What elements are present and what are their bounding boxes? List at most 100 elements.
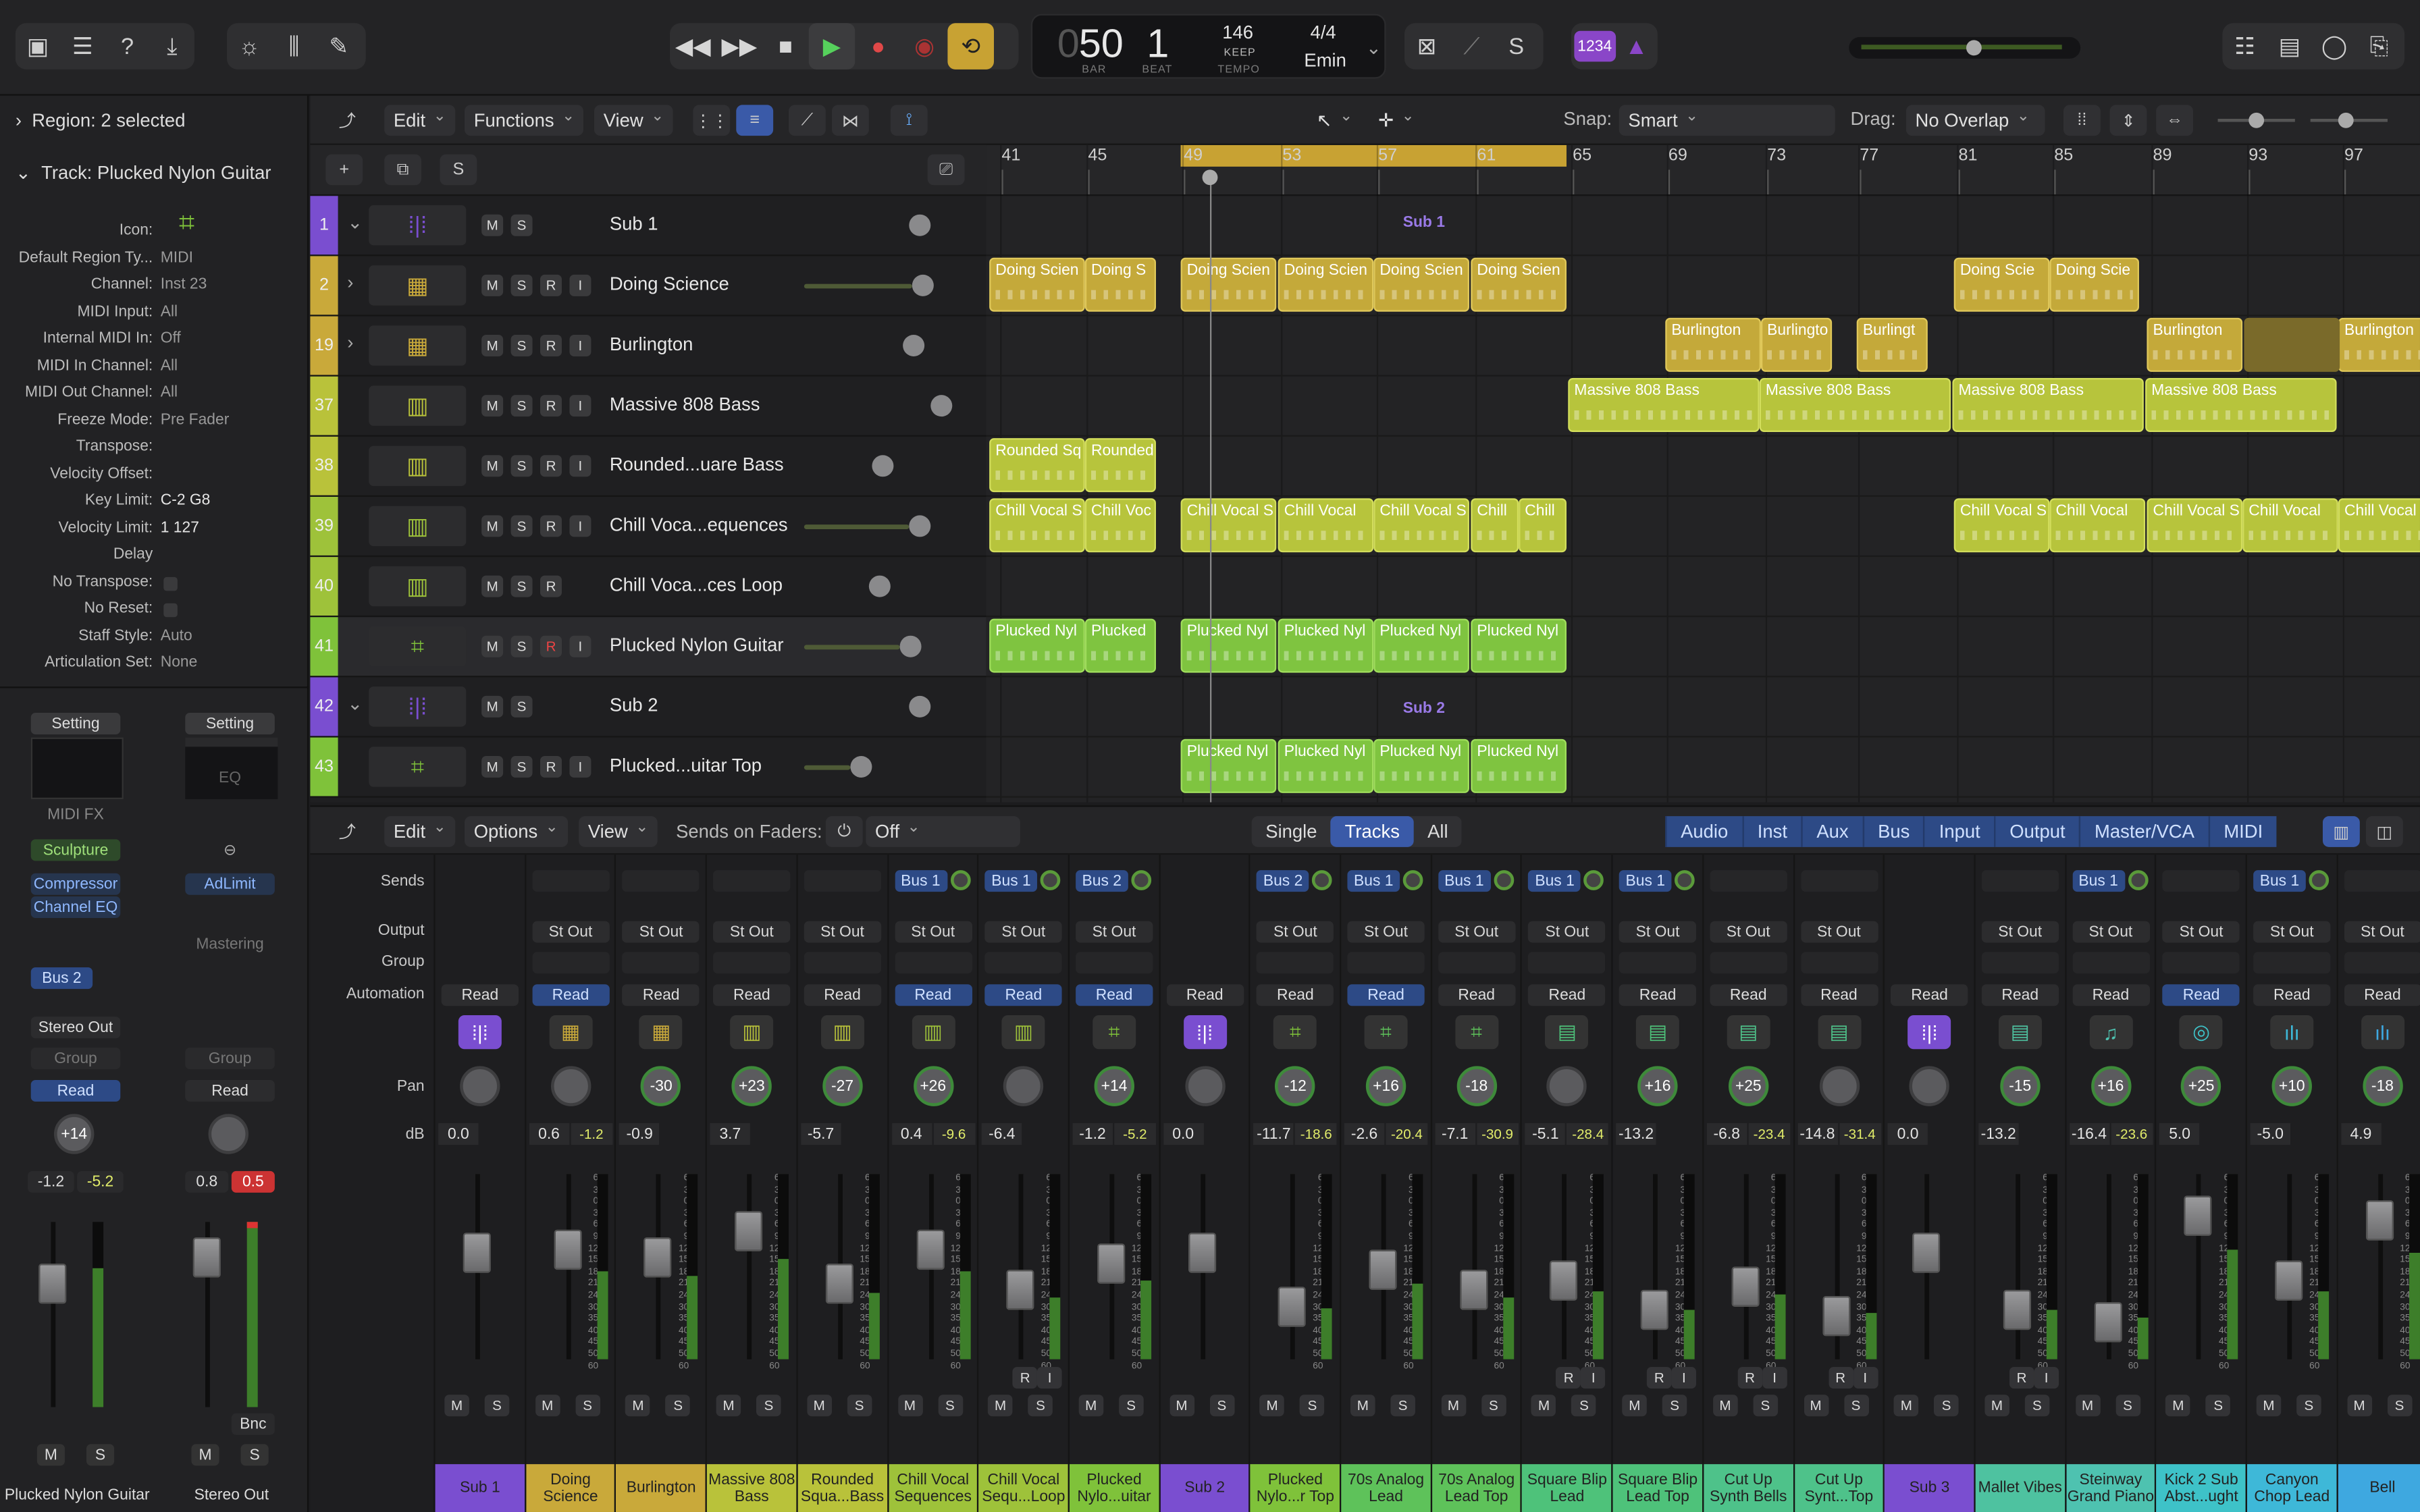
pan-knob[interactable]: -27	[822, 1066, 863, 1106]
pan-knob[interactable]	[1003, 1066, 1044, 1106]
region[interactable]: Doing Scien	[1180, 257, 1277, 312]
send-slot[interactable]: Bus 1	[1347, 870, 1400, 892]
region[interactable]: Doing Scien	[1471, 257, 1567, 312]
pan-knob[interactable]	[1909, 1066, 1950, 1106]
automation-button[interactable]: Read	[2162, 984, 2240, 1006]
region[interactable]: Chill Vocal	[2049, 498, 2146, 553]
solo-button[interactable]: S	[484, 1395, 510, 1417]
channel-name[interactable]: Chill Vocal Sequ...Loop	[978, 1464, 1069, 1512]
duplicate-track-icon[interactable]: ⧉	[384, 154, 421, 186]
region[interactable]: Chill	[1471, 498, 1519, 553]
record-enable-button[interactable]: R	[540, 635, 562, 657]
record-enable-button[interactable]: R	[2009, 1367, 2034, 1389]
solo-button[interactable]: S	[2387, 1395, 2412, 1417]
solo-button[interactable]: S	[1390, 1395, 1415, 1417]
solo-button[interactable]: S	[1843, 1395, 1868, 1417]
input-monitor-button[interactable]: I	[569, 274, 591, 296]
drag-select[interactable]: No Overlap	[1905, 105, 2045, 136]
output-slot[interactable]: St Out	[623, 921, 700, 943]
send-level-knob[interactable]	[1402, 870, 1423, 890]
pan-knob[interactable]	[1184, 1066, 1225, 1106]
view-menu[interactable]: View	[594, 105, 673, 136]
lcd-display[interactable]: 0 50 BAR 1 BEAT 146 KEEP TEMPO 4/4 Emin …	[1030, 14, 1386, 79]
channel-name[interactable]: Kick 2 Sub Abst...ught	[2156, 1464, 2246, 1512]
input-monitor-button[interactable]: I	[569, 515, 591, 537]
smart-controls-icon[interactable]: ☼	[227, 23, 271, 70]
region[interactable]: Plucked Nyl	[989, 618, 1085, 673]
pan-knob[interactable]: -15	[2000, 1066, 2041, 1106]
metronome-icon[interactable]: ▲	[1615, 23, 1658, 70]
edit-menu[interactable]: Edit	[384, 105, 456, 136]
metronome-off-icon[interactable]: ⟋	[1449, 23, 1494, 70]
input-monitor-button[interactable]: I	[1671, 1367, 1697, 1389]
send-slot[interactable]: Bus 1	[2072, 870, 2125, 892]
track-name[interactable]: Chill Voca...equences	[610, 514, 788, 535]
cycle-icon[interactable]: ⟲	[947, 23, 994, 70]
sends-on-faders-select[interactable]: Off	[866, 816, 1020, 847]
output-slot[interactable]: St Out	[1347, 921, 1425, 943]
channel-name[interactable]: Bell	[2338, 1464, 2420, 1512]
region[interactable]: Doing S	[1084, 257, 1156, 312]
solo-button[interactable]: S	[510, 274, 533, 296]
region[interactable]: Rounded Sq	[989, 438, 1085, 493]
solo-button[interactable]: S	[240, 1444, 269, 1466]
channel-name[interactable]: Cut Up Synth Bells	[1703, 1464, 1793, 1512]
automation-button[interactable]: Read	[185, 1079, 275, 1102]
output-slot[interactable]: St Out	[713, 921, 791, 943]
track-row[interactable]: 42 ⌄ ⁞|⁞ M S Sub 2	[310, 677, 987, 738]
send-slot[interactable]	[1981, 870, 2059, 892]
volume-slider[interactable]	[868, 575, 891, 597]
drum-icon[interactable]: ▦	[369, 265, 467, 306]
channel-name[interactable]: Chill Vocal Sequences	[888, 1464, 978, 1512]
stack-icon[interactable]: ⁞|⁞	[458, 1015, 502, 1050]
mixer-icon[interactable]: ⫼	[271, 23, 316, 70]
send-slot[interactable]: Bus 1	[1619, 870, 1672, 892]
solo-button[interactable]: S	[86, 1444, 115, 1466]
channel-name[interactable]: Steinway Grand Piano	[2066, 1464, 2156, 1512]
input-monitor-button[interactable]: I	[1037, 1367, 1062, 1389]
volume-fader[interactable]	[735, 1210, 763, 1251]
pan-knob[interactable]: -18	[2362, 1066, 2403, 1106]
mute-button[interactable]: M	[1712, 1395, 1738, 1417]
region[interactable]: Massive 808 Bass	[1759, 377, 1951, 432]
send-slot[interactable]	[623, 870, 700, 892]
drum-icon[interactable]: ▦	[548, 1015, 592, 1050]
volume-fader[interactable]	[1188, 1232, 1216, 1272]
mute-button[interactable]: M	[2165, 1395, 2191, 1417]
channel-name[interactable]: Canyon Chop Lead	[2246, 1464, 2337, 1512]
param-value[interactable]: Inst 23	[161, 276, 207, 293]
master-volume-knob[interactable]	[1966, 40, 1982, 56]
record-enable-button[interactable]: R	[1828, 1367, 1853, 1389]
automation-button[interactable]: Read	[1891, 984, 1968, 1006]
solo-button[interactable]: S	[510, 755, 533, 778]
mixer-filter-bus[interactable]: Bus	[1862, 816, 1924, 847]
pan-knob[interactable]: +25	[1728, 1066, 1768, 1106]
drum-icon[interactable]: ▦	[639, 1015, 683, 1050]
guitar-icon[interactable]: ⌗	[1364, 1015, 1408, 1050]
mute-button[interactable]: M	[481, 575, 504, 597]
input-monitor-button[interactable]: I	[569, 334, 591, 356]
vertical-zoom-slider[interactable]	[2217, 112, 2295, 128]
output-slot[interactable]: St Out	[1710, 921, 1787, 943]
group-slot[interactable]	[984, 952, 1062, 974]
send-slot[interactable]	[804, 870, 881, 892]
group-slot[interactable]: Group	[30, 1047, 121, 1069]
channel-name[interactable]: Sub 3	[1885, 1464, 1974, 1512]
mixer-tab-tracks[interactable]: Tracks	[1331, 816, 1414, 847]
mute-button[interactable]: M	[2075, 1395, 2100, 1417]
volume-fader[interactable]	[192, 1237, 221, 1278]
track-row[interactable]: 43 ⌗ M S R I Plucked...uitar Top	[310, 737, 987, 798]
volume-slider[interactable]	[912, 274, 934, 296]
library-icon[interactable]: ▣	[16, 23, 60, 70]
track-header[interactable]: ⌄ Track: Plucked Nylon Guitar	[16, 162, 271, 184]
region[interactable]: Chill Vocal S	[2338, 498, 2420, 553]
volume-fader[interactable]	[2184, 1195, 2213, 1237]
region[interactable]: Burlington	[1665, 317, 1761, 372]
browser-icon[interactable]: ⎘	[2357, 23, 2401, 70]
inspector-icon[interactable]: ☰	[60, 23, 105, 70]
input-monitor-button[interactable]: I	[1762, 1367, 1787, 1389]
mixer-filter-audio[interactable]: Audio	[1665, 816, 1742, 847]
record-enable-button[interactable]: R	[540, 334, 562, 356]
mute-button[interactable]: M	[1984, 1395, 2009, 1417]
volume-fader[interactable]	[1640, 1290, 1669, 1330]
